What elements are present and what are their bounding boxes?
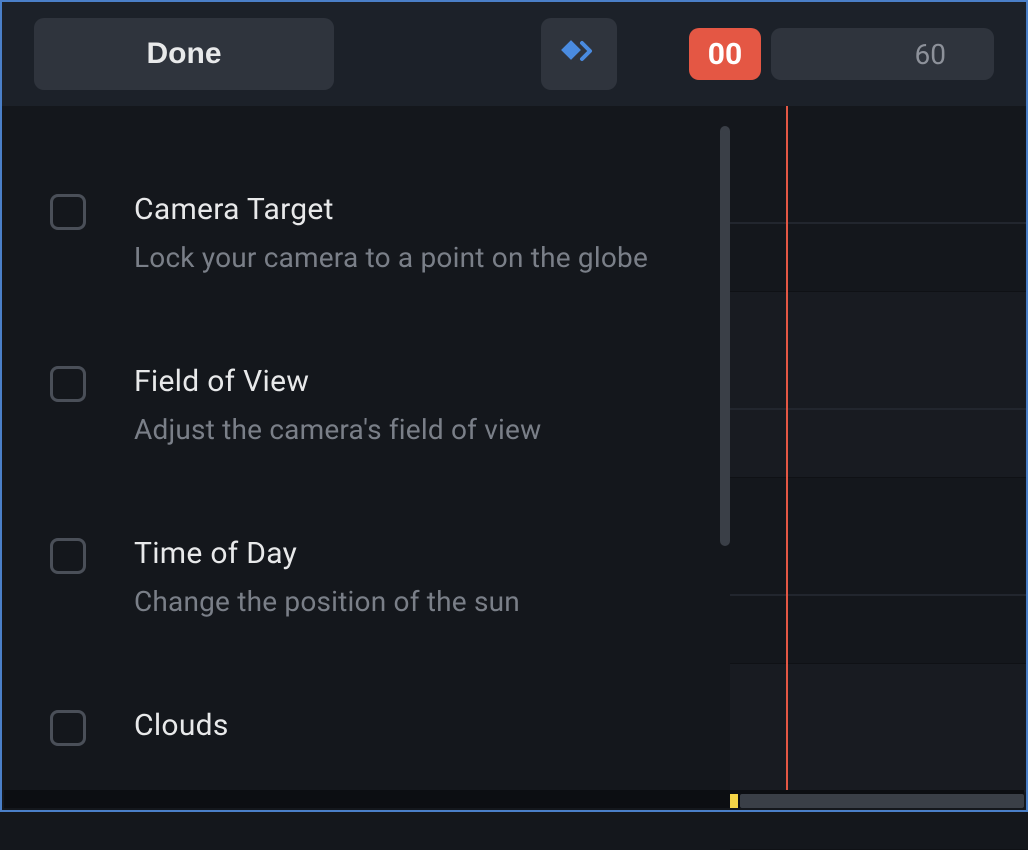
scroll-indicator xyxy=(730,794,738,808)
option-title: Field of View xyxy=(134,364,730,399)
time-current-value: 00 xyxy=(708,37,742,72)
done-button[interactable]: Done xyxy=(34,18,334,90)
option-desc: Lock your camera to a point on the globe xyxy=(134,241,730,274)
horizontal-scrollbar-thumb[interactable] xyxy=(740,794,1024,808)
content-area: Camera Target Lock your camera to a poin… xyxy=(2,106,1026,792)
option-clouds: Clouds xyxy=(50,646,730,785)
track-subrow[interactable] xyxy=(730,222,1026,292)
track-row[interactable] xyxy=(730,478,1026,664)
track-subrow[interactable] xyxy=(730,408,1026,478)
playhead[interactable] xyxy=(786,106,788,792)
option-title: Time of Day xyxy=(134,536,730,571)
track-row[interactable] xyxy=(730,664,1026,850)
option-camera-target: Camera Target Lock your camera to a poin… xyxy=(50,130,730,302)
checkbox-field-of-view[interactable] xyxy=(50,366,86,402)
option-field-of-view: Field of View Adjust the camera's field … xyxy=(50,302,730,474)
option-text: Field of View Adjust the camera's field … xyxy=(134,364,730,446)
track-subrow[interactable] xyxy=(730,594,1026,664)
option-desc: Change the position of the sun xyxy=(134,585,730,618)
track-row[interactable] xyxy=(730,292,1026,478)
time-current-marker[interactable]: 00 xyxy=(689,28,761,80)
timeline-panel[interactable] xyxy=(730,106,1026,792)
option-desc: Adjust the camera's field of view xyxy=(134,413,730,446)
option-title: Clouds xyxy=(134,708,730,743)
option-text: Camera Target Lock your camera to a poin… xyxy=(134,192,730,274)
track-row[interactable] xyxy=(730,106,1026,292)
time-tick-label: 60 xyxy=(915,38,946,71)
time-ruler-segment[interactable]: 60 xyxy=(771,28,994,80)
option-text: Time of Day Change the position of the s… xyxy=(134,536,730,618)
checkbox-camera-target[interactable] xyxy=(50,194,86,230)
checkbox-time-of-day[interactable] xyxy=(50,538,86,574)
keyframe-icon xyxy=(560,39,598,70)
keyframe-button[interactable] xyxy=(541,18,617,90)
option-title: Camera Target xyxy=(134,192,730,227)
options-panel: Camera Target Lock your camera to a poin… xyxy=(2,106,730,792)
scrollbar[interactable] xyxy=(720,126,730,546)
option-time-of-day: Time of Day Change the position of the s… xyxy=(50,474,730,646)
toolbar: Done 00 60 xyxy=(2,2,1026,106)
option-text: Clouds xyxy=(134,708,730,757)
checkbox-clouds[interactable] xyxy=(50,710,86,746)
